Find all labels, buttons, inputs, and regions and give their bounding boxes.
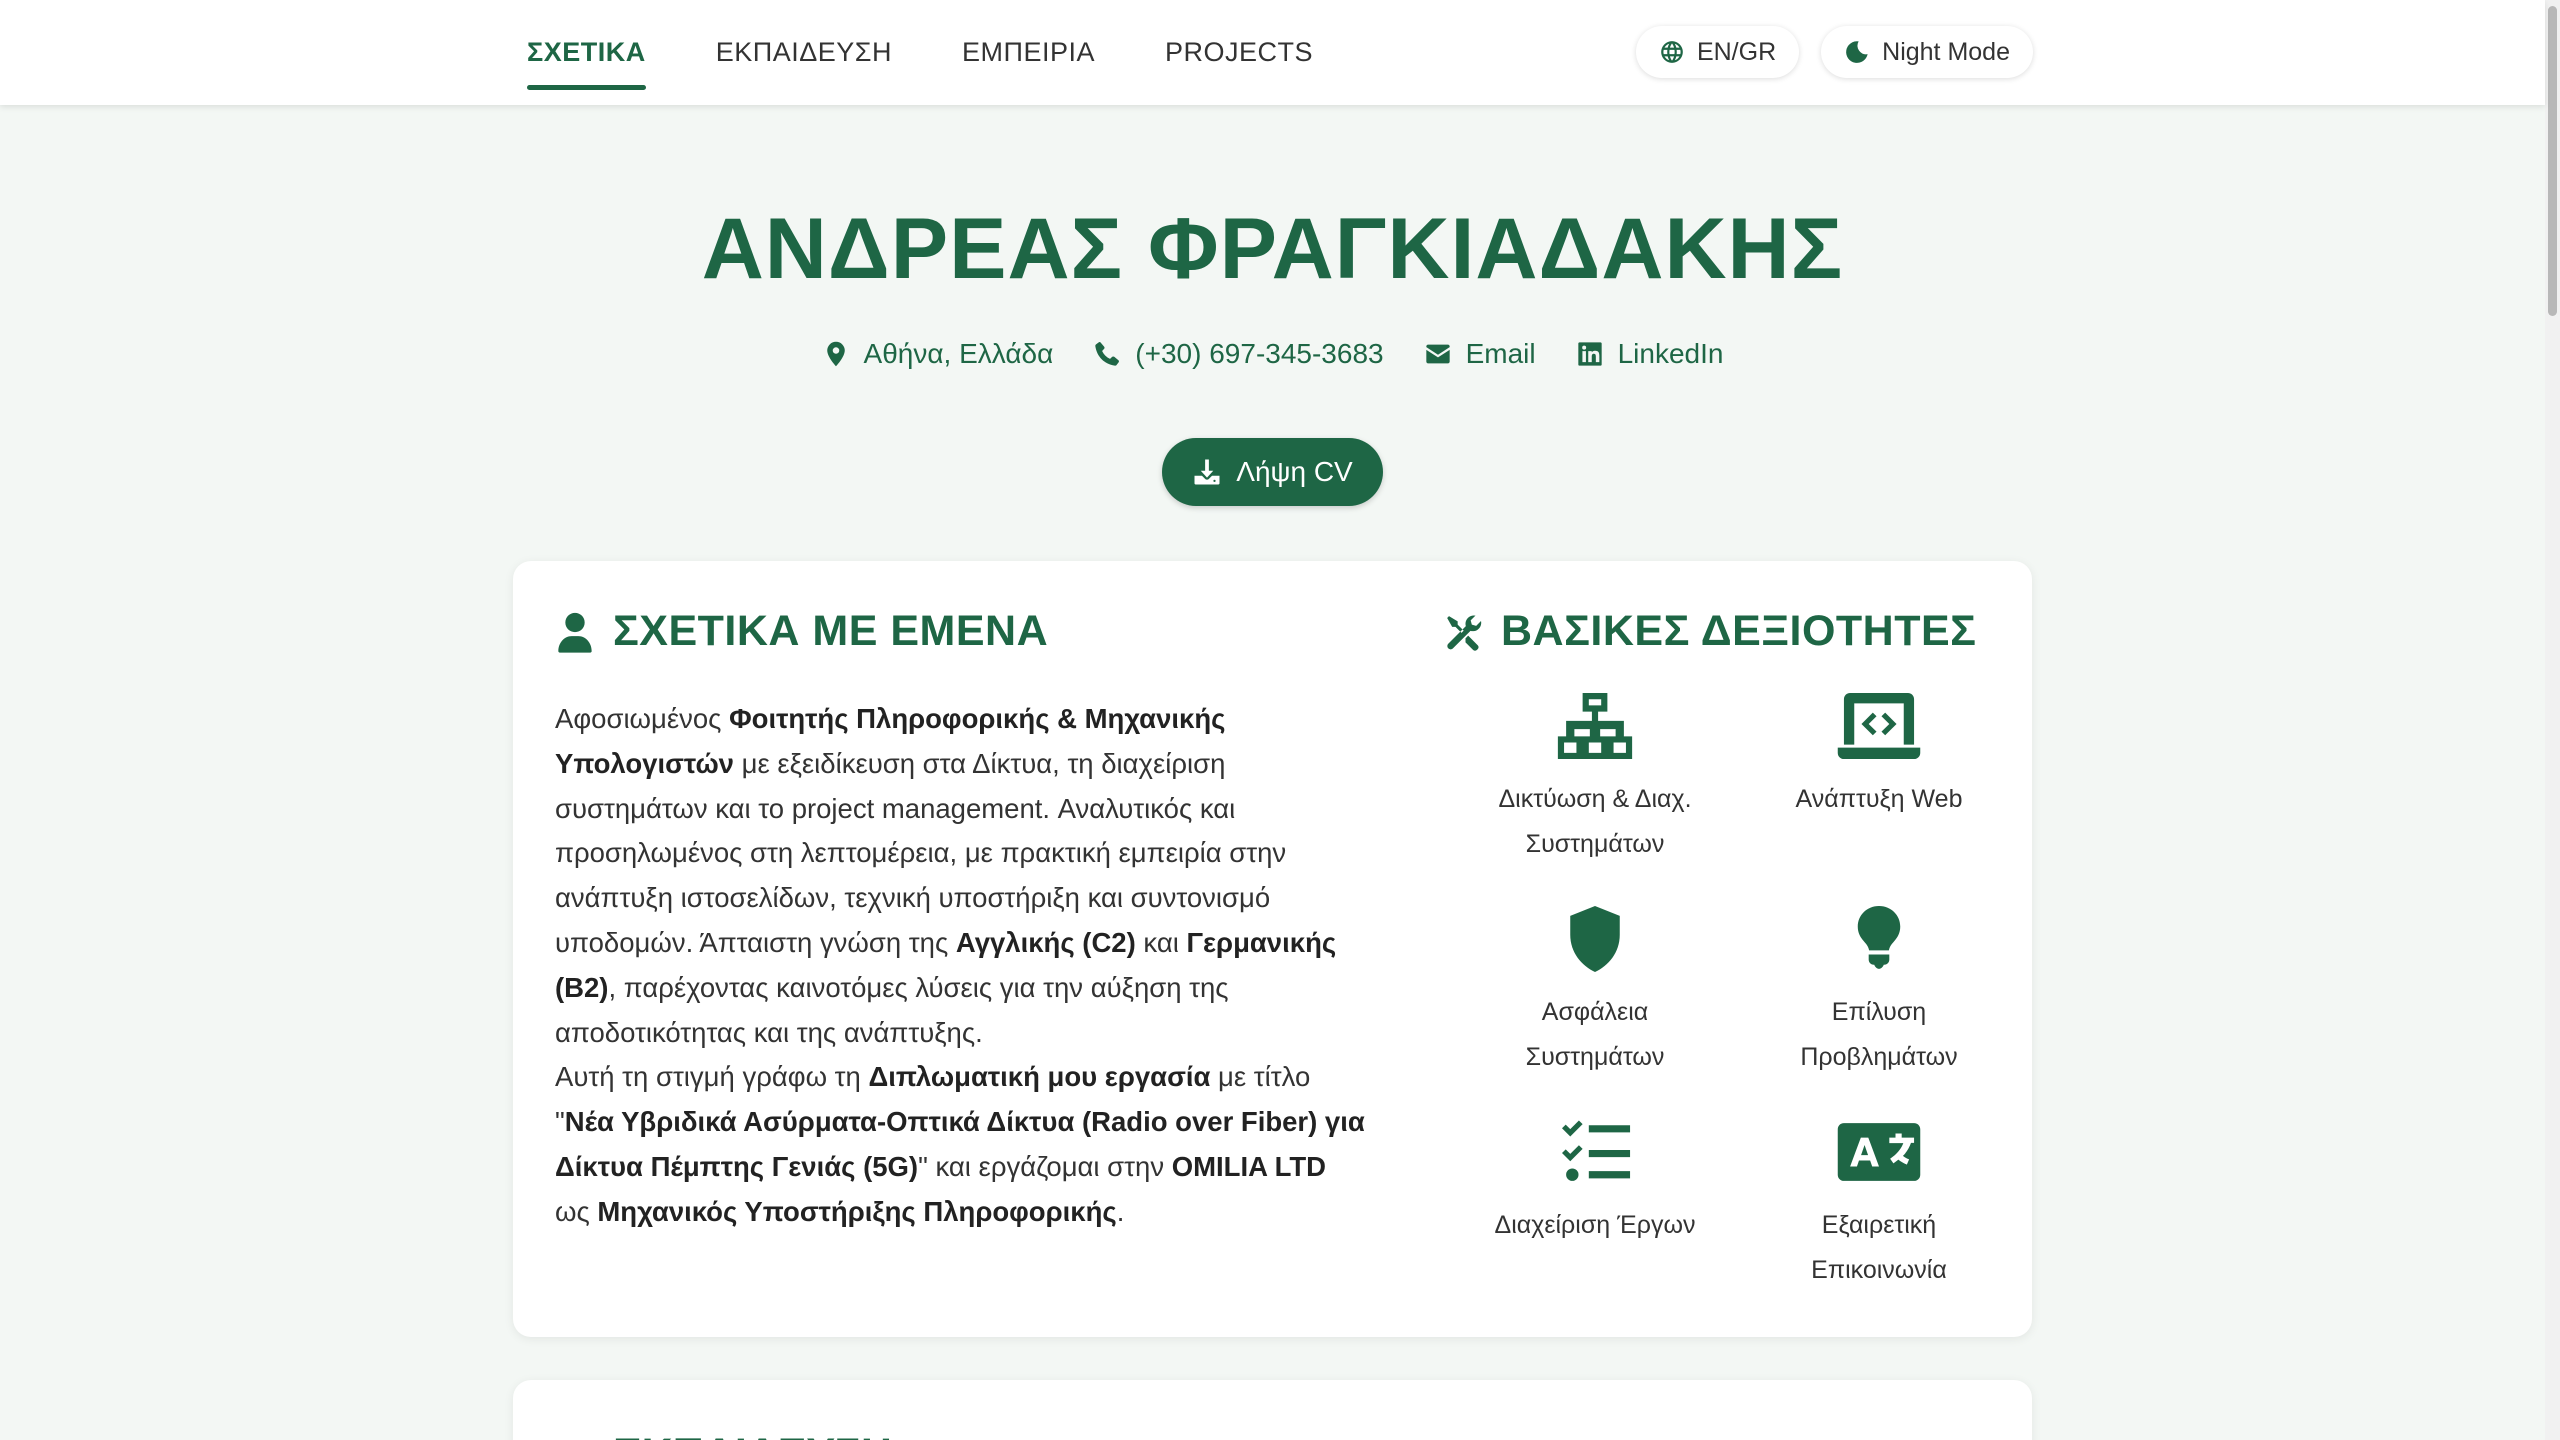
about-text-fragment: , παρέχοντας καινοτόμες λύσεις για την α… (555, 971, 1229, 1048)
education-title-text: ΕΚΠΑΙΔΕΥΣΗ (613, 1430, 892, 1440)
skill-label: Δικτύωση & Διαχ. Συστημάτων (1498, 785, 1692, 858)
lightbulb-icon (1857, 906, 1901, 969)
graduation-cap-icon (574, 1439, 576, 1440)
about-text-bold: Αγγλικής (C2) (955, 926, 1136, 958)
skill-item-communication: Εξαιρετική Επικοινωνία (1737, 1117, 2021, 1330)
linkedin-text: LinkedIn (1617, 338, 1724, 369)
skills-section-title: ΒΑΣΙΚΕΣ ΔΕΞΙΟΤΗΤΕΣ (1443, 607, 1976, 656)
contact-links: Αθήνα, Ελλάδα (+30) 697-345-3683 Email L… (0, 338, 2545, 370)
about-card: ΣΧΕΤΙΚΑ ΜΕ ΕΜΕΝΑ Αφοσιωμένος Φοιτητής Πλ… (513, 561, 2032, 1337)
download-cv-label: Λήψη CV (1236, 456, 1353, 487)
download-icon (1194, 459, 1220, 485)
skill-item-problem-solving: Επίλυση Προβλημάτων (1737, 904, 2021, 1117)
about-description: Αφοσιωμένος Φοιτητής Πληροφορικής & Μηχα… (555, 697, 1365, 1235)
skill-item-web-development: Ανάπτυξη Web (1737, 691, 2021, 904)
about-text-fragment: Αυτή τη στιγμή γράφω τη (555, 1061, 869, 1093)
about-title-text: ΣΧΕΤΙΚΑ ΜΕ ΕΜΕΝΑ (613, 607, 1049, 655)
nav-link-education[interactable]: ΕΚΠΑΙΔΕΥΣΗ (716, 29, 892, 76)
page-title: ΑΝΔΡΕΑΣ ΦΡΑΓΚΙΑΔΑΚΗΣ (701, 201, 1844, 297)
skill-label: Ανάπτυξη Web (1795, 785, 1963, 813)
email-text: Email (1465, 338, 1536, 369)
page-scrollbar[interactable] (2545, 0, 2560, 1440)
skill-label: Εξαιρετική Επικοινωνία (1811, 1211, 1947, 1284)
nav-links: ΣΧΕΤΙΚΑ ΕΚΠΑΙΔΕΥΣΗ ΕΜΠΕΙΡΙΑ PROJECTS (527, 0, 1313, 105)
user-icon (558, 612, 592, 653)
download-cv-button[interactable]: Λήψη CV (1162, 438, 1383, 506)
nav-link-about[interactable]: ΣΧΕΤΙΚΑ (527, 29, 646, 90)
language-icon (1837, 1123, 1921, 1181)
moon-icon (1846, 41, 1868, 63)
phone-icon (1095, 342, 1120, 366)
education-section-title: ΕΚΠΑΙΔΕΥΣΗ (555, 1430, 892, 1440)
skill-item-networking: Δικτύωση & Διαχ. Συστημάτων (1453, 691, 1737, 904)
about-text-bold: Μηχανικός Υποστήριξης Πληροφορικής (597, 1195, 1117, 1227)
linkedin-link[interactable]: LinkedIn (1576, 338, 1724, 370)
skill-label: Επίλυση Προβλημάτων (1800, 998, 1958, 1071)
nav-link-projects[interactable]: PROJECTS (1165, 29, 1313, 76)
about-text-bold: OMILIA LTD (1171, 1150, 1326, 1182)
skill-label: Ασφάλεια Συστημάτων (1525, 998, 1665, 1071)
about-text-fragment: " και εργάζομαι στην (918, 1150, 1172, 1182)
skill-label: Διαχείριση Έργων (1494, 1211, 1696, 1239)
about-text-fragment: Αφοσιωμένος (555, 703, 730, 734)
list-check-icon (1562, 1120, 1631, 1181)
about-text-bold: Διπλωματική μου εργασία (868, 1061, 1211, 1093)
map-pin-icon (826, 341, 845, 367)
skill-item-security: Ασφάλεια Συστημάτων (1453, 904, 1737, 1117)
skills-grid: Δικτύωση & Διαχ. Συστημάτων Ανάπτυξη Web… (1453, 691, 2021, 1330)
location-item: Αθήνα, Ελλάδα (822, 338, 1054, 370)
email-link[interactable]: Email (1424, 338, 1536, 370)
location-text: Αθήνα, Ελλάδα (863, 338, 1054, 369)
language-toggle-label: EN/GR (1696, 37, 1777, 66)
top-navbar: ΣΧΕΤΙΚΑ ΕΚΠΑΙΔΕΥΣΗ ΕΜΠΕΙΡΙΑ PROJECTS EN/… (0, 0, 2545, 105)
network-icon (1557, 693, 1633, 759)
night-mode-button[interactable]: Night Mode (1821, 26, 2033, 78)
envelope-icon (1425, 344, 1450, 364)
skills-title-text: ΒΑΣΙΚΕΣ ΔΕΞΙΟΤΗΤΕΣ (1501, 607, 1977, 655)
laptop-code-icon (1837, 693, 1921, 759)
tools-icon (1447, 614, 1482, 651)
about-text-fragment: ως (555, 1195, 598, 1227)
language-toggle-button[interactable]: EN/GR (1635, 26, 1800, 78)
about-text-fragment: και (1135, 926, 1187, 958)
scrollbar-thumb[interactable] (2548, 6, 2557, 316)
about-text-fragment: . (1116, 1195, 1125, 1227)
nav-link-experience[interactable]: ΕΜΠΕΙΡΙΑ (962, 29, 1095, 76)
linkedin-icon (1577, 342, 1602, 366)
about-section-title: ΣΧΕΤΙΚΑ ΜΕ ΕΜΕΝΑ (555, 607, 1048, 656)
nav-actions: EN/GR Night Mode (1635, 26, 2033, 78)
phone-text: (+30) 697-345-3683 (1135, 338, 1384, 369)
education-card: ΕΚΠΑΙΔΕΥΣΗ (513, 1380, 2032, 1440)
globe-icon (1661, 41, 1683, 63)
skill-item-project-management: Διαχείριση Έργων (1453, 1117, 1737, 1330)
phone-link[interactable]: (+30) 697-345-3683 (1093, 338, 1384, 370)
night-mode-label: Night Mode (1882, 37, 2010, 66)
shield-icon (1570, 906, 1620, 972)
